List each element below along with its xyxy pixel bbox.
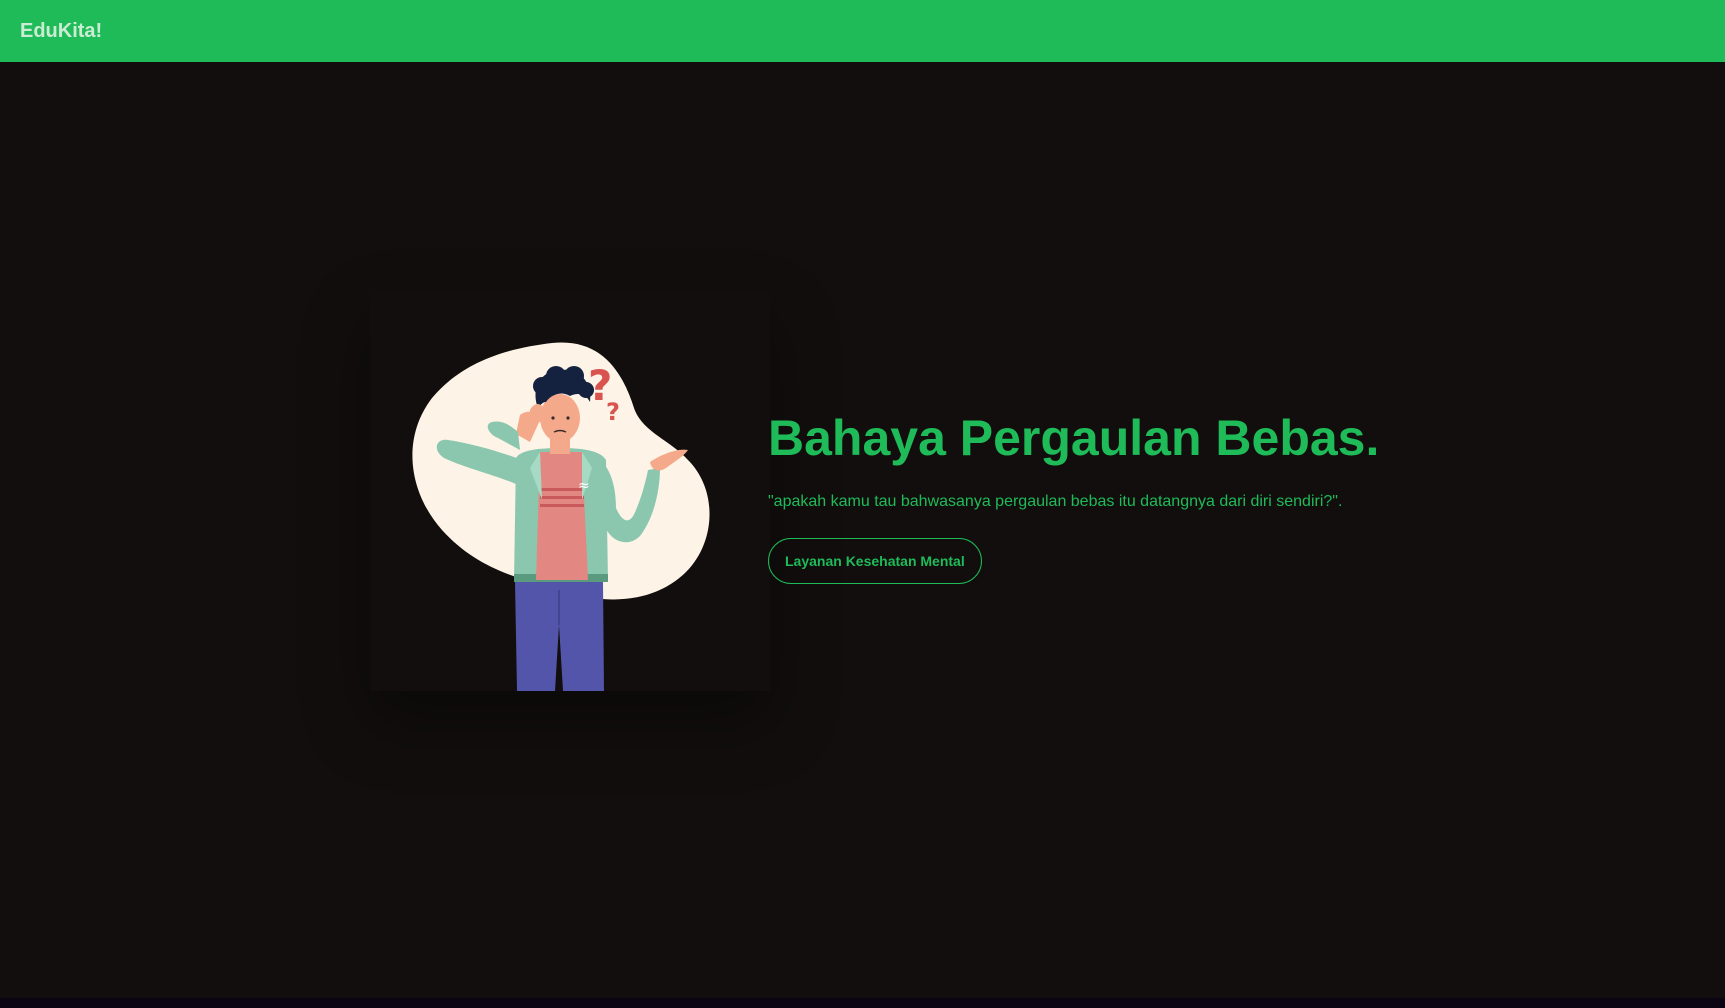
- mental-health-service-button[interactable]: Layanan Kesehatan Mental: [768, 538, 982, 584]
- question-mark-small: ?: [606, 398, 620, 426]
- hero-title: Bahaya Pergaulan Bebas.: [768, 410, 1380, 466]
- page-bottom-edge: [0, 998, 1725, 1008]
- confused-person-illustration: ≈ ? ?: [412, 342, 710, 691]
- hero-quote: "apakah kamu tau bahwasanya pergaulan be…: [768, 493, 1343, 510]
- hero-content: Bahaya Pergaulan Bebas. "apakah kamu tau…: [768, 408, 1548, 584]
- shirt: [536, 452, 588, 580]
- brand-logo[interactable]: EduKita!: [20, 20, 102, 43]
- svg-text:≈: ≈: [578, 478, 590, 494]
- navbar: EduKita!: [0, 0, 1725, 62]
- hero-illustration: ≈ ? ?: [370, 290, 770, 691]
